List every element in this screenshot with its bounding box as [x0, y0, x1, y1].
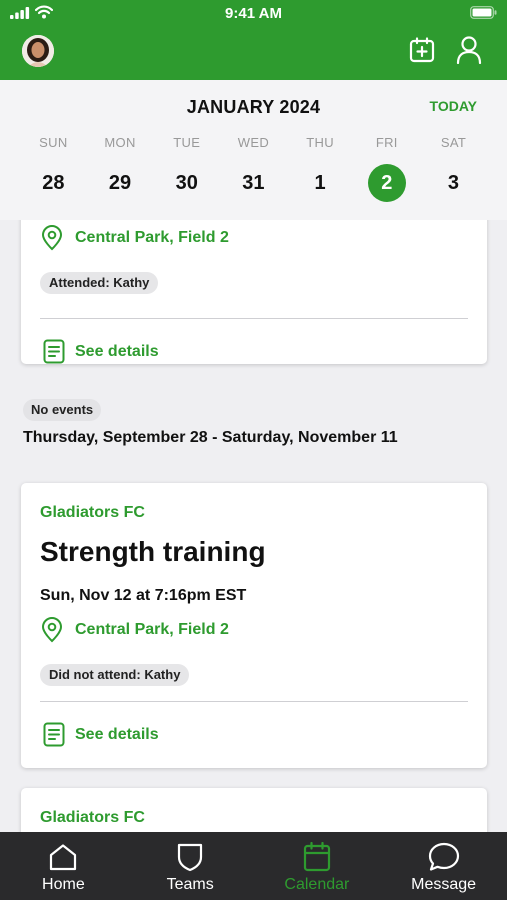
- event-card[interactable]: Gladiators FC Strength training Sun, Nov…: [21, 483, 487, 768]
- calendar-icon: [303, 842, 330, 872]
- user-avatar[interactable]: [22, 35, 54, 67]
- day-number: 29: [108, 172, 132, 194]
- location-label: Central Park, Field 2: [75, 229, 229, 246]
- events-list[interactable]: Central Park, Field 2 Attended: Kathy Se…: [0, 220, 507, 832]
- location-pin-icon: [41, 617, 63, 643]
- day-of-week: FRI: [375, 135, 398, 150]
- chat-bubble-icon: [428, 842, 459, 871]
- location-label: Central Park, Field 2: [75, 621, 229, 638]
- today-button[interactable]: TODAY: [430, 98, 477, 114]
- day-number: 30: [175, 172, 198, 194]
- day-of-week: TUE: [173, 135, 201, 150]
- week-days: SUN 28 MON 29 TUE 30 WED 31 THU 1 FRI 2 …: [20, 135, 487, 202]
- shield-icon: [178, 843, 203, 872]
- event-card[interactable]: Central Park, Field 2 Attended: Kathy Se…: [21, 220, 487, 364]
- see-details-link[interactable]: See details: [43, 339, 159, 364]
- day-tue[interactable]: TUE 30: [153, 135, 220, 202]
- tab-message[interactable]: Message: [380, 832, 507, 900]
- document-icon: [43, 339, 65, 364]
- tab-teams[interactable]: Teams: [127, 832, 254, 900]
- add-event-icon[interactable]: [409, 37, 435, 63]
- event-location[interactable]: Central Park, Field 2: [41, 225, 229, 251]
- attendance-badge: Attended: Kathy: [40, 272, 159, 294]
- tab-label: Calendar: [284, 876, 350, 893]
- tab-calendar[interactable]: Calendar: [254, 832, 381, 900]
- card-divider: [40, 701, 468, 702]
- team-name: Gladiators FC: [40, 809, 145, 826]
- battery-icon: [470, 6, 497, 19]
- week-calendar: JANUARY 2024 TODAY SUN 28 MON 29 TUE 30 …: [0, 80, 507, 220]
- day-mon[interactable]: MON 29: [87, 135, 154, 202]
- event-card[interactable]: Gladiators FC: [21, 788, 487, 832]
- team-name: Gladiators FC: [40, 504, 145, 521]
- event-title: Strength training: [40, 536, 266, 567]
- day-of-week: SAT: [440, 135, 467, 150]
- day-thu[interactable]: THU 1: [287, 135, 354, 202]
- status-bar: 9:41 AM: [0, 0, 507, 28]
- day-wed[interactable]: WED 31: [220, 135, 287, 202]
- profile-icon[interactable]: [456, 36, 482, 64]
- app-header: 9:41 AM: [0, 0, 507, 80]
- day-number: 1: [314, 172, 326, 194]
- tab-home[interactable]: Home: [0, 832, 127, 900]
- event-datetime: Sun, Nov 12 at 7:16pm EST: [40, 587, 247, 604]
- day-number: 31: [242, 172, 265, 194]
- event-location[interactable]: Central Park, Field 2: [41, 617, 229, 643]
- day-number: 3: [447, 172, 460, 194]
- day-of-week: THU: [306, 135, 334, 150]
- day-sat[interactable]: SAT 3: [420, 135, 487, 202]
- see-details-label: See details: [75, 725, 159, 743]
- no-events-date-range: Thursday, September 28 - Saturday, Novem…: [23, 429, 398, 446]
- tab-label: Teams: [166, 876, 214, 893]
- day-of-week: MON: [104, 135, 136, 150]
- document-icon: [43, 722, 65, 747]
- tab-label: Message: [411, 876, 477, 893]
- day-sun[interactable]: SUN 28: [20, 135, 87, 202]
- day-of-week: SUN: [39, 135, 68, 150]
- home-icon: [50, 844, 77, 871]
- attendance-badge: Did not attend: Kathy: [40, 664, 190, 686]
- see-details-link[interactable]: See details: [43, 722, 159, 747]
- day-number: 28: [42, 172, 65, 194]
- no-events-badge: No events: [23, 399, 102, 421]
- tab-label: Home: [42, 876, 85, 893]
- selected-day-number: 2: [367, 164, 406, 202]
- day-of-week: WED: [237, 135, 270, 150]
- bottom-tab-bar: Home Teams Calendar Message: [0, 832, 507, 900]
- see-details-label: See details: [75, 342, 159, 360]
- day-fri[interactable]: FRI 2: [353, 135, 420, 202]
- location-pin-icon: [41, 225, 63, 251]
- status-time: 9:41 AM: [225, 5, 282, 22]
- card-divider: [40, 318, 468, 319]
